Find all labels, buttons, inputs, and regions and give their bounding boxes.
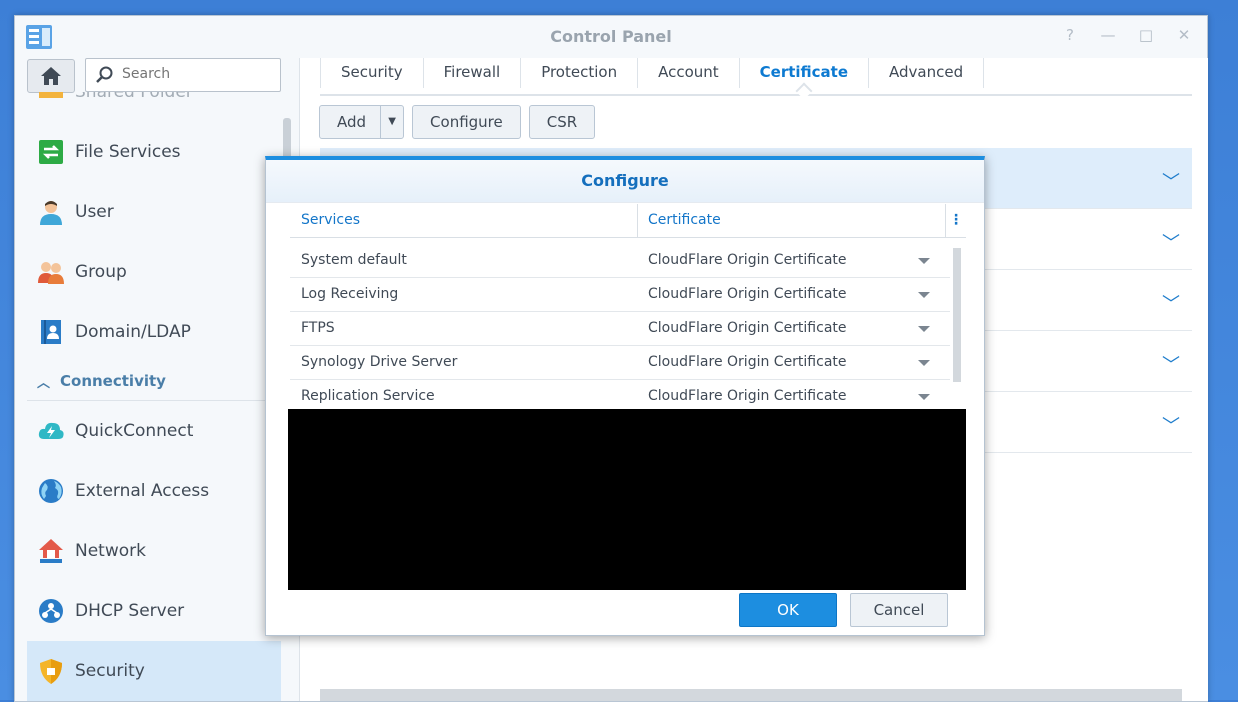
sidebar: Shared Folder File Services User — [15, 58, 299, 701]
window-title: Control Panel — [550, 27, 672, 46]
search-icon — [96, 66, 113, 83]
sidebar-item-network[interactable]: Network — [27, 521, 281, 581]
certificate-select[interactable]: CloudFlare Origin Certificate — [637, 278, 950, 311]
service-name: System default — [301, 252, 407, 268]
certificate-select[interactable]: CloudFlare Origin Certificate — [637, 312, 950, 345]
column-menu-icon[interactable]: ⋮ — [946, 204, 966, 237]
home-button[interactable] — [27, 59, 75, 93]
sidebar-item-security[interactable]: Security — [27, 641, 281, 701]
tab-bar: Security Firewall Protection Account Cer… — [320, 58, 1192, 96]
configure-dialog: Configure Services Certificate ⋮ System … — [265, 156, 985, 636]
domain-icon — [41, 320, 61, 344]
tab-account[interactable]: Account — [637, 58, 739, 88]
sidebar-item-label: Group — [75, 262, 127, 282]
cancel-button[interactable]: Cancel — [850, 593, 948, 627]
network-icon — [39, 539, 63, 563]
dhcp-icon — [39, 599, 63, 623]
sidebar-item-external-access[interactable]: External Access — [27, 461, 281, 521]
sidebar-item-label: Domain/LDAP — [75, 322, 191, 342]
sidebar-item-group[interactable]: Group — [27, 242, 281, 302]
minimize-icon[interactable]: — — [1099, 26, 1117, 44]
dropdown-arrow-icon[interactable] — [918, 394, 930, 400]
dropdown-arrow-icon[interactable] — [918, 292, 930, 298]
dialog-footer: OK Cancel — [739, 593, 948, 627]
add-split-button: Add ▼ — [319, 105, 405, 139]
horizontal-scrollbar[interactable] — [320, 689, 1182, 701]
group-icon — [38, 262, 64, 284]
certificate-select[interactable]: CloudFlare Origin Certificate — [637, 244, 950, 277]
dropdown-arrow-icon[interactable] — [918, 258, 930, 264]
maximize-icon[interactable]: □ — [1137, 26, 1155, 44]
sidebar-item-label: DHCP Server — [75, 601, 185, 621]
chevron-down-icon[interactable]: ﹀ — [1162, 168, 1180, 194]
service-name: Log Receiving — [301, 286, 399, 302]
title-bar[interactable]: Control Panel ? — □ ✕ — [15, 16, 1207, 58]
csr-button[interactable]: CSR — [528, 105, 596, 139]
chevron-down-icon[interactable]: ﹀ — [1162, 351, 1180, 377]
sidebar-item-label: Shared Folder — [75, 92, 193, 102]
certificate-value: CloudFlare Origin Certificate — [648, 320, 847, 336]
service-name: Synology Drive Server — [301, 354, 458, 370]
grid-scrollbar[interactable] — [953, 248, 961, 382]
dropdown-arrow-icon[interactable] — [918, 360, 930, 366]
folder-icon — [39, 92, 63, 98]
column-header-certificate[interactable]: Certificate — [638, 204, 946, 237]
dropdown-arrow-icon[interactable]: ▼ — [381, 106, 403, 138]
chevron-up-icon: ︿ — [37, 375, 51, 391]
sidebar-item-label: Security — [75, 661, 145, 681]
shield-icon — [40, 659, 62, 684]
certificate-value: CloudFlare Origin Certificate — [648, 354, 847, 370]
dropdown-arrow-icon[interactable] — [918, 326, 930, 332]
column-header-services[interactable]: Services — [290, 204, 638, 237]
service-name: FTPS — [301, 320, 335, 336]
user-icon — [40, 201, 62, 225]
chevron-down-icon[interactable]: ﹀ — [1162, 412, 1180, 438]
tab-security[interactable]: Security — [320, 58, 423, 88]
search-box[interactable] — [85, 58, 281, 92]
home-icon — [41, 67, 61, 85]
certificate-value: CloudFlare Origin Certificate — [648, 286, 847, 302]
toolbar: Add ▼ Configure CSR — [319, 105, 596, 139]
chevron-down-icon[interactable]: ﹀ — [1162, 229, 1180, 255]
configure-button[interactable]: Configure — [412, 105, 521, 139]
tab-advanced[interactable]: Advanced — [868, 58, 985, 88]
sidebar-item-quickconnect[interactable]: QuickConnect — [27, 401, 281, 461]
sidebar-item-file-services[interactable]: File Services — [27, 122, 281, 182]
sidebar-item-user[interactable]: User — [27, 182, 281, 242]
section-label: Connectivity — [60, 372, 166, 390]
sidebar-item-label: External Access — [75, 481, 210, 501]
dialog-title[interactable]: Configure — [266, 160, 984, 203]
sidebar-nav: Shared Folder File Services User Group D… — [27, 92, 281, 701]
certificate-value: CloudFlare Origin Certificate — [648, 388, 847, 404]
sidebar-item-label: File Services — [75, 142, 181, 162]
chevron-down-icon[interactable]: ﹀ — [1162, 290, 1180, 316]
sidebar-item-label: User — [75, 202, 114, 222]
sidebar-item-domain-ldap[interactable]: Domain/LDAP — [27, 302, 281, 362]
certificate-value: CloudFlare Origin Certificate — [648, 252, 847, 268]
tab-protection[interactable]: Protection — [520, 58, 637, 88]
globe-icon — [39, 479, 63, 503]
table-row[interactable]: FTPS CloudFlare Origin Certificate — [290, 312, 950, 346]
sidebar-item-label: QuickConnect — [75, 421, 194, 441]
search-input[interactable] — [120, 65, 274, 83]
add-button[interactable]: Add — [320, 106, 382, 138]
help-icon[interactable]: ? — [1061, 26, 1079, 44]
close-icon[interactable]: ✕ — [1175, 26, 1193, 44]
certificate-select[interactable]: CloudFlare Origin Certificate — [637, 346, 950, 379]
tab-firewall[interactable]: Firewall — [422, 58, 521, 88]
ok-button[interactable]: OK — [739, 593, 837, 627]
section-connectivity[interactable]: ︿ Connectivity — [27, 362, 281, 401]
tab-certificate[interactable]: Certificate — [738, 58, 868, 88]
grid-header: Services Certificate ⋮ — [290, 204, 966, 238]
table-row[interactable]: System default CloudFlare Origin Certifi… — [290, 244, 950, 278]
sidebar-item-label: Network — [75, 541, 146, 561]
redacted-region — [288, 409, 966, 590]
table-row[interactable]: Log Receiving CloudFlare Origin Certific… — [290, 278, 950, 312]
services-grid: System default CloudFlare Origin Certifi… — [290, 244, 950, 414]
sidebar-item-shared-folder[interactable]: Shared Folder — [27, 92, 281, 122]
table-row[interactable]: Synology Drive Server CloudFlare Origin … — [290, 346, 950, 380]
file-services-icon — [39, 140, 63, 164]
sidebar-item-dhcp-server[interactable]: DHCP Server — [27, 581, 281, 641]
quickconnect-icon — [38, 422, 64, 439]
